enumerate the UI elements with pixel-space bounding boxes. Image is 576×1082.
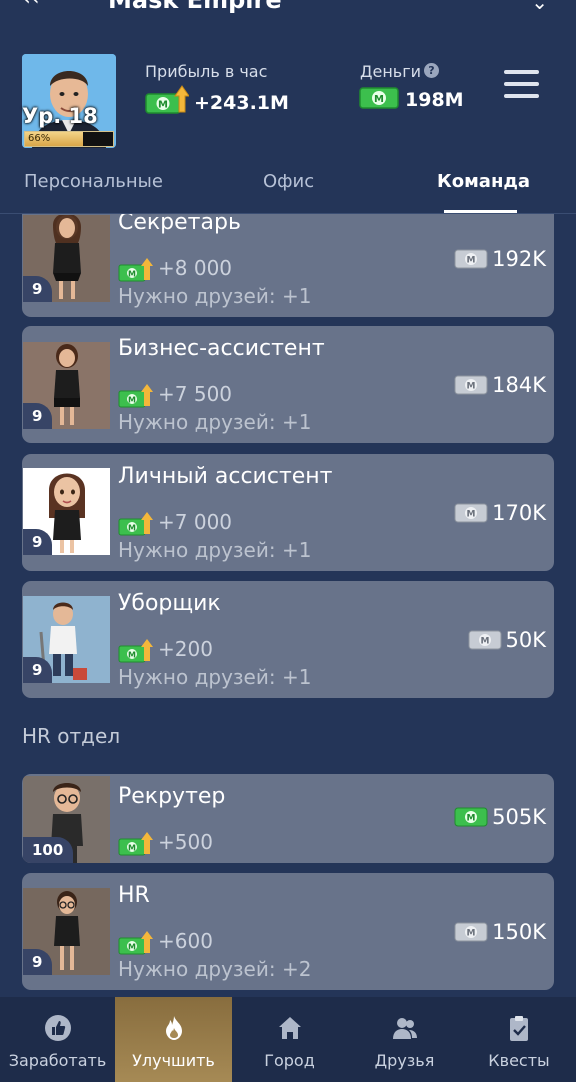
- upgrade-price: M 170K: [454, 500, 546, 525]
- svg-text:M: M: [467, 256, 476, 266]
- personal-assistant-portrait: 9: [23, 468, 110, 555]
- secretary-portrait: 9: [23, 215, 110, 302]
- friends-required: Нужно друзей: +2: [118, 957, 312, 981]
- nav-label: Улучшить: [132, 1051, 215, 1070]
- profit-value: +500: [158, 830, 213, 854]
- nav-label: Друзья: [374, 1051, 435, 1070]
- recruiter-portrait: 100: [23, 776, 110, 863]
- upgrade-profit: M +500: [118, 830, 213, 863]
- clipboard-icon: [510, 1016, 528, 1041]
- nav-city[interactable]: Город: [232, 997, 347, 1082]
- grey-cash-icon: M: [454, 249, 488, 269]
- help-icon[interactable]: ?: [424, 63, 439, 78]
- friends-required: Нужно друзей: +1: [118, 410, 312, 434]
- upgrade-card-cleaner[interactable]: 9 Уборщик M +200 Нужно друзей: +1 M 50K: [22, 581, 554, 698]
- profit-value: +8 000: [158, 256, 233, 280]
- svg-text:M: M: [467, 382, 476, 392]
- friends-required: Нужно друзей: +1: [118, 538, 312, 562]
- upgrade-card-personal-assistant[interactable]: 9 Личный ассистент M +7 000 Нужно друзей…: [22, 454, 554, 571]
- grey-cash-icon: M: [468, 630, 501, 650]
- section-title-hr: HR отдел: [22, 724, 121, 748]
- svg-text:M: M: [467, 510, 476, 520]
- svg-text:M: M: [128, 844, 136, 853]
- player-level: Ур. 18: [22, 104, 98, 128]
- back-icon[interactable]: ‹‹: [22, 0, 40, 11]
- nav-quests[interactable]: Квесты: [462, 997, 576, 1082]
- money-value: 198M: [405, 89, 464, 111]
- money-label: Деньги: [360, 62, 422, 81]
- bottom-nav: Заработать Улучшить Город Друзья Квесты: [0, 997, 576, 1082]
- svg-text:M: M: [467, 929, 476, 939]
- profit-per-hour-value: +243.1M: [194, 92, 289, 114]
- upgrade-name: HR: [118, 883, 150, 908]
- tab-office[interactable]: Офис: [263, 171, 314, 192]
- svg-text:M: M: [128, 651, 136, 660]
- svg-text:M: M: [374, 94, 384, 105]
- grey-cash-icon: M: [454, 922, 488, 942]
- upgrade-price: M 192K: [454, 246, 546, 271]
- money-cash-icon: M: [359, 86, 399, 114]
- business-assistant-portrait: 9: [23, 342, 110, 429]
- upgrade-name: Секретарь: [118, 214, 241, 235]
- chevron-down-icon[interactable]: ⌄: [531, 0, 548, 14]
- friends-required: Нужно друзей: +1: [118, 665, 312, 689]
- tab-personal[interactable]: Персональные: [24, 171, 163, 192]
- upgrade-card-secretary[interactable]: 9 Секретарь M +8 000 Нужно друзей: +1 M1…: [22, 214, 554, 317]
- users-icon: [392, 1018, 417, 1039]
- svg-text:M: M: [480, 637, 489, 647]
- friends-required: Нужно друзей: +1: [118, 284, 312, 308]
- profit-value: +7 000: [158, 510, 233, 534]
- nav-label: Заработать: [8, 1051, 107, 1070]
- nav-upgrade[interactable]: Улучшить: [115, 997, 232, 1082]
- level-progress-label: 66%: [28, 133, 51, 144]
- app-title: Mask Empire: [108, 0, 282, 14]
- green-cash-icon: M: [454, 807, 488, 827]
- svg-text:M: M: [467, 814, 476, 824]
- upgrade-price: M 184K: [454, 372, 546, 397]
- level-progress-bar: 66%: [24, 131, 114, 147]
- house-icon: [278, 1017, 301, 1039]
- svg-text:M: M: [128, 943, 136, 952]
- menu-icon[interactable]: [504, 70, 539, 98]
- upgrade-price: M 150K: [454, 919, 546, 944]
- level-badge: 100: [23, 837, 74, 863]
- svg-text:M: M: [128, 524, 136, 533]
- upgrade-name: Уборщик: [118, 591, 221, 616]
- grey-cash-icon: M: [454, 503, 488, 523]
- thumbs-up-icon: [44, 1015, 71, 1041]
- upgrade-card-business-assistant[interactable]: 9 Бизнес-ассистент M +7 500 Нужно друзей…: [22, 326, 554, 443]
- grey-cash-icon: M: [454, 375, 488, 395]
- nav-label: Квесты: [488, 1051, 550, 1070]
- profit-value: +600: [158, 929, 213, 953]
- upgrade-price: M 505K: [454, 804, 546, 829]
- upgrade-name: Бизнес-ассистент: [118, 336, 325, 361]
- cleaner-portrait: 9: [23, 596, 110, 683]
- nav-earn[interactable]: Заработать: [0, 997, 115, 1082]
- hr-portrait: 9: [23, 888, 110, 975]
- profit-value: +200: [158, 637, 213, 661]
- profit-per-hour-label: Прибыль в час: [145, 62, 268, 81]
- upgrade-list[interactable]: 9 Секретарь M +8 000 Нужно друзей: +1 M1…: [0, 214, 576, 998]
- profit-cash-up-icon: M: [145, 84, 190, 120]
- upgrade-card-hr[interactable]: 9 HR M +600 Нужно друзей: +2 M 150K: [22, 873, 554, 990]
- nav-label: Город: [264, 1051, 315, 1070]
- tab-team[interactable]: Команда: [437, 171, 530, 192]
- svg-text:M: M: [128, 396, 136, 405]
- upgrade-name: Рекрутер: [118, 784, 226, 809]
- svg-text:M: M: [158, 100, 168, 111]
- upgrade-name: Личный ассистент: [118, 464, 333, 489]
- upgrade-card-recruiter[interactable]: 100 Рекрутер M +500 M 505K: [22, 774, 554, 863]
- flame-icon: [165, 1016, 182, 1040]
- svg-text:M: M: [128, 270, 136, 279]
- active-tab-indicator: [444, 210, 517, 213]
- profit-value: +7 500: [158, 382, 233, 406]
- nav-friends[interactable]: Друзья: [347, 997, 462, 1082]
- upgrade-price: M 50K: [468, 627, 546, 652]
